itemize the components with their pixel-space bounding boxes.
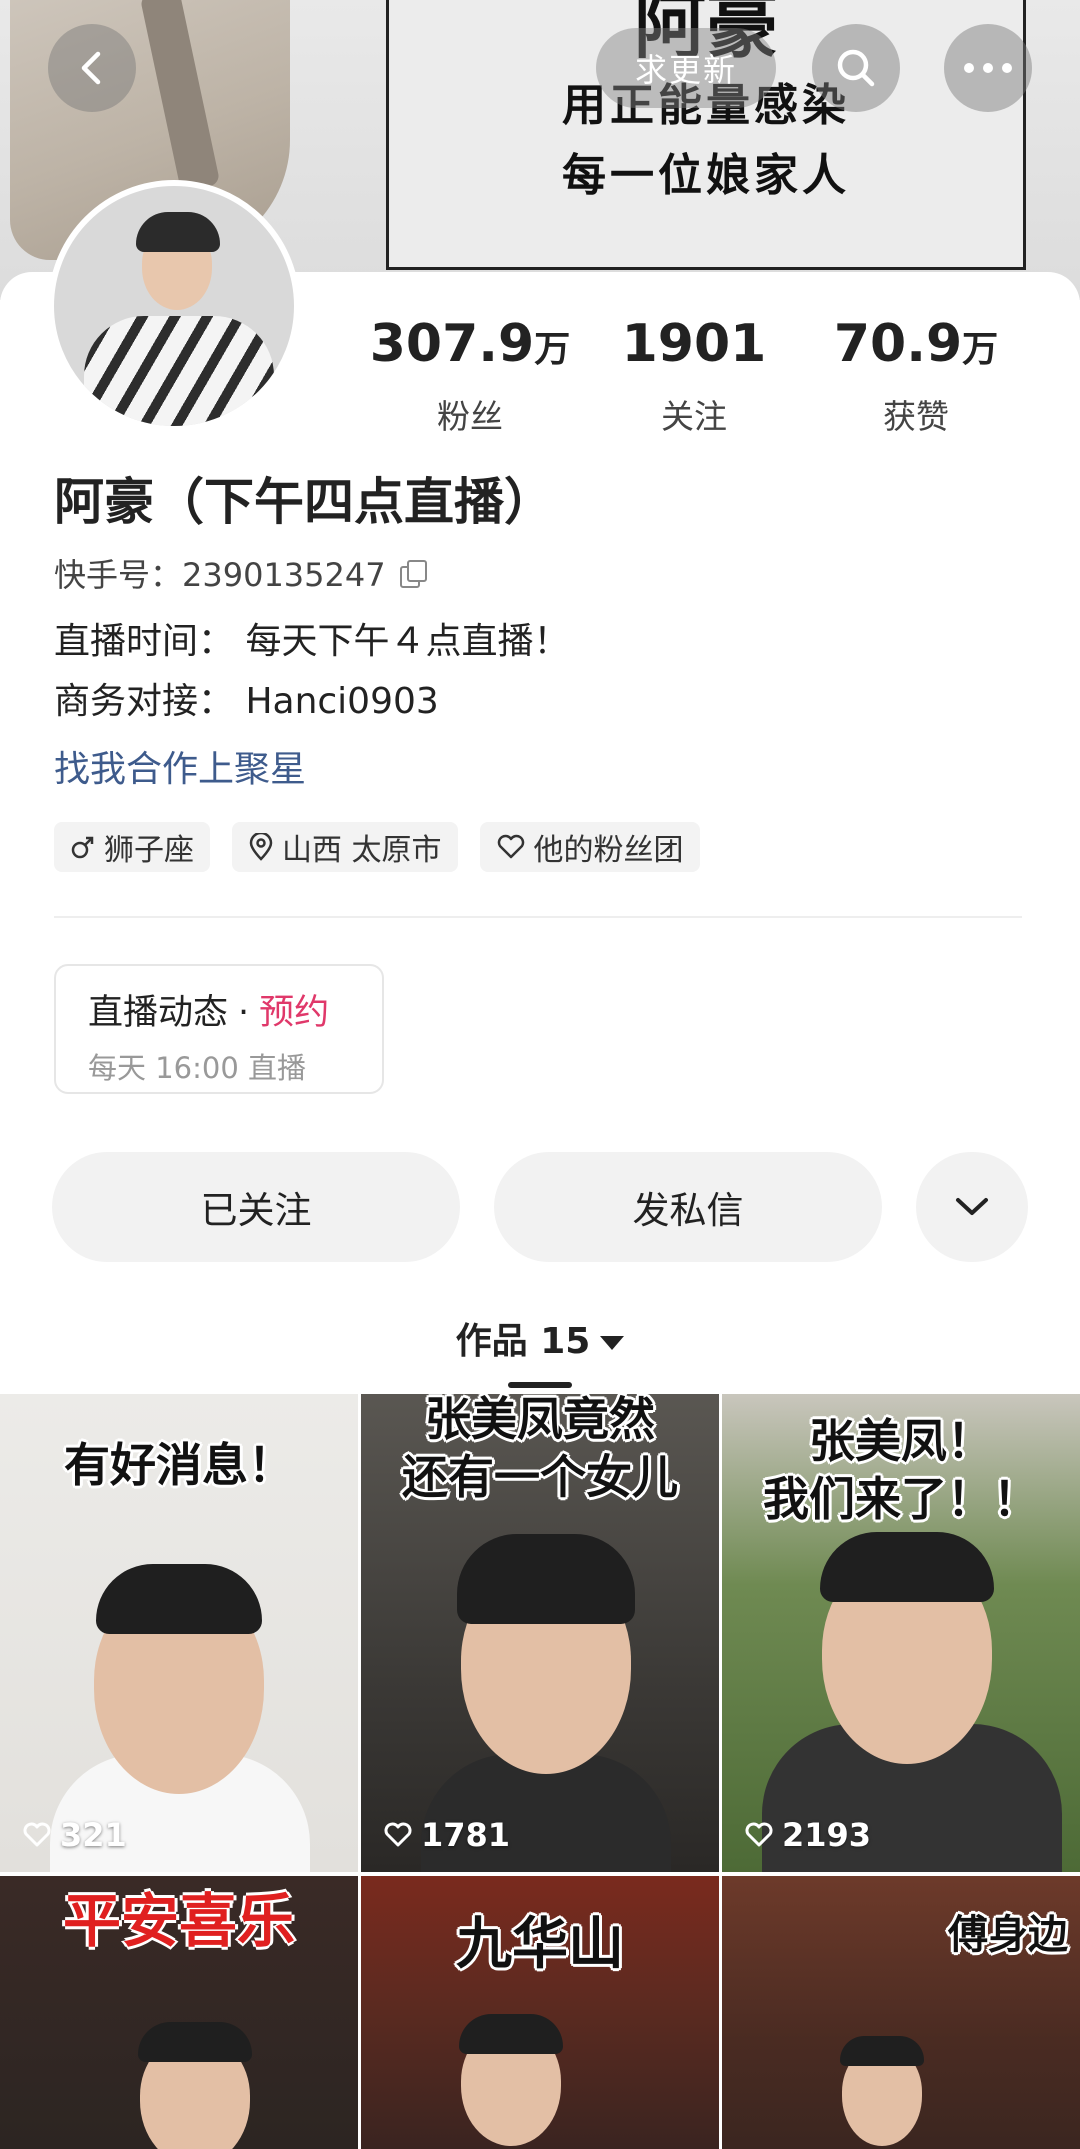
- kuaishou-id-row: 快手号：2390135247: [54, 550, 427, 596]
- copy-icon[interactable]: [399, 560, 427, 588]
- tag-location[interactable]: 山西 太原市: [232, 822, 458, 872]
- collab-link[interactable]: 找我合作上聚星: [54, 740, 306, 792]
- heart-icon: [384, 1822, 412, 1847]
- search-icon: [837, 49, 875, 87]
- tag-fan-club-label: 他的粉丝团: [533, 833, 684, 868]
- profile-name: 阿豪（下午四点直播）: [54, 473, 554, 531]
- video-likes: 2193: [744, 1816, 871, 1854]
- video-likes-count: 2193: [782, 1816, 872, 1854]
- video-caption: 九华山: [456, 1912, 624, 1977]
- stat-likes-label: 获赞: [883, 397, 949, 436]
- video-tile[interactable]: 有好消息！ 321: [0, 1394, 358, 1872]
- video-tile[interactable]: 九华山: [361, 1876, 719, 2149]
- bio-live-time: 直播时间： 每天下午４点直播！: [54, 621, 570, 662]
- more-button[interactable]: [944, 24, 1032, 112]
- chevron-down-icon: [956, 1198, 988, 1215]
- stat-following-number: 1901: [621, 314, 767, 374]
- search-button[interactable]: [812, 24, 900, 112]
- location-icon: [249, 833, 273, 861]
- live-title: 直播动态: [88, 993, 229, 1033]
- caret-down-icon: [600, 1336, 625, 1350]
- more-options-button[interactable]: [916, 1152, 1028, 1262]
- tab-works[interactable]: 作品 15: [0, 1312, 1080, 1364]
- video-tile[interactable]: 傅身边: [722, 1876, 1080, 2149]
- video-tile[interactable]: 张美凤！ 我们来了！！ 2193: [722, 1394, 1080, 1872]
- reserve-link[interactable]: 预约: [259, 993, 329, 1033]
- video-likes: 321: [22, 1816, 127, 1854]
- tag-location-label: 山西 太原市: [282, 833, 442, 868]
- tab-works-label: 作品 15: [455, 1321, 591, 1362]
- video-tile[interactable]: 平安喜乐: [0, 1876, 358, 2149]
- heart-icon: [497, 834, 524, 859]
- stat-following-label: 关注: [661, 397, 727, 436]
- banner-board-line-2: 每一位娘家人: [562, 150, 850, 201]
- tab-works-indicator: [508, 1382, 572, 1388]
- video-likes: 1781: [383, 1816, 510, 1854]
- tag-zodiac[interactable]: 狮子座: [54, 822, 210, 872]
- stat-following[interactable]: 1901 关注: [584, 312, 804, 438]
- followed-button[interactable]: 已关注: [52, 1152, 460, 1262]
- live-title-dot: ·: [238, 993, 250, 1033]
- live-title-row: 直播动态 · 预约: [88, 984, 382, 1035]
- stat-followers-number: 307.9: [369, 314, 535, 374]
- profile-tags: 狮子座 山西 太原市 他的粉丝团: [54, 822, 700, 872]
- video-caption: 有好消息！: [64, 1438, 294, 1492]
- stat-likes[interactable]: 70.9万 获赞: [806, 312, 1026, 438]
- stat-followers-label: 粉丝: [437, 397, 503, 436]
- stat-followers-unit: 万: [534, 329, 571, 370]
- video-likes-count: 321: [60, 1816, 127, 1854]
- back-button[interactable]: [48, 24, 136, 112]
- section-divider: [54, 916, 1022, 918]
- video-tile[interactable]: 张美凤竟然 还有一个女儿 1781: [361, 1394, 719, 1872]
- stat-followers[interactable]: 307.9万 粉丝: [360, 312, 580, 438]
- video-grid: 有好消息！ 321 张美凤竟然 还有一个女儿 1781 张美凤！ 我们来了！！ …: [0, 1394, 1080, 2149]
- stat-likes-number: 70.9: [833, 314, 963, 374]
- kuaishou-id: 快手号：2390135247: [54, 556, 386, 594]
- tag-fan-club[interactable]: 他的粉丝团: [479, 822, 700, 872]
- avatar[interactable]: [48, 180, 300, 432]
- back-icon: [81, 51, 101, 85]
- heart-icon: [23, 1822, 51, 1847]
- more-icon: [964, 63, 1012, 73]
- live-schedule-card[interactable]: 直播动态 · 预约 每天 16:00 直播: [54, 964, 384, 1094]
- male-icon: [71, 836, 94, 859]
- video-likes-count: 1781: [421, 1816, 511, 1854]
- video-caption: 傅身边: [948, 1912, 1068, 1958]
- live-schedule: 每天 16:00 直播: [88, 1051, 307, 1085]
- tag-zodiac-label: 狮子座: [104, 833, 194, 868]
- stat-likes-unit: 万: [962, 329, 999, 370]
- video-caption: 张美凤！ 我们来了！！: [763, 1414, 1039, 1526]
- video-caption: 张美凤竟然 还有一个女儿: [402, 1394, 678, 1504]
- video-caption: 平安喜乐: [62, 1887, 295, 1955]
- heart-icon: [745, 1822, 773, 1847]
- request-update-button[interactable]: 求更新: [596, 28, 776, 108]
- send-message-button[interactable]: 发私信: [494, 1152, 882, 1262]
- bio-business-contact: 商务对接： Hanci0903: [54, 681, 439, 722]
